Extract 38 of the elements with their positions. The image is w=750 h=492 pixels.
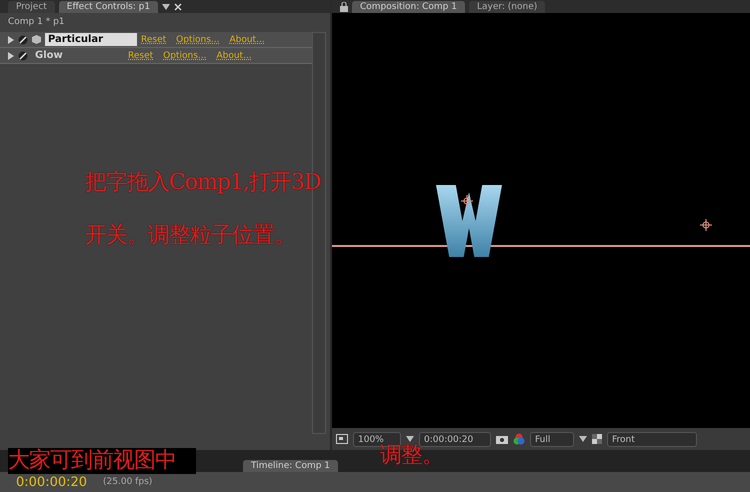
caret-icon[interactable]	[406, 436, 414, 442]
panel-tab[interactable]: Layer: (none)	[468, 0, 546, 12]
effect-name[interactable]: Glow	[32, 49, 124, 62]
annotation-text: 把字拖入Comp1,打开3D	[85, 170, 321, 196]
effect-row[interactable]: Glow Reset Options... About...	[0, 48, 312, 64]
panel-tab[interactable]: Project	[8, 0, 55, 12]
timeline-tab[interactable]: Timeline: Comp 1	[243, 460, 338, 472]
crosshair-icon	[461, 195, 473, 207]
fx-icon[interactable]	[18, 50, 28, 60]
panel-subtitle: Comp 1 * p1	[7, 16, 66, 29]
effect-link[interactable]: Options...	[176, 34, 220, 44]
lock-icon[interactable]	[340, 2, 348, 12]
effect-link[interactable]: About...	[216, 50, 252, 60]
timecode-field[interactable]: 0:00:00:20	[419, 432, 491, 446]
frame-rate: (25.00 fps)	[103, 477, 152, 487]
crosshair-icon	[700, 219, 712, 231]
cube-icon	[32, 35, 41, 44]
rgb-channels-icon[interactable]	[513, 433, 525, 445]
resolution-dropdown[interactable]: Full	[530, 432, 574, 446]
caret-icon[interactable]	[162, 4, 170, 10]
effect-link[interactable]: Reset	[141, 34, 166, 44]
effect-link[interactable]: Reset	[128, 50, 154, 60]
effect-link[interactable]: About...	[229, 34, 265, 44]
annotation-text: 大家可到前视图中	[8, 448, 196, 474]
panel-tab[interactable]: Composition: Comp 1	[352, 0, 465, 12]
annotation-text: 开关。调整粒子位置。	[85, 223, 295, 249]
close-icon[interactable]	[174, 2, 182, 10]
current-time[interactable]: 0:00:00:20	[16, 474, 88, 490]
effect-name[interactable]: Particular	[45, 33, 137, 46]
panel-tab[interactable]: Effect Controls: p1	[58, 0, 158, 12]
effect-row[interactable]: Particular Reset Options... About...	[0, 32, 312, 48]
caret-icon[interactable]	[579, 436, 587, 442]
view-dropdown[interactable]: Front	[607, 432, 697, 446]
effect-link[interactable]: Options...	[163, 50, 206, 60]
checkerboard-icon[interactable]	[592, 434, 602, 444]
monitor-icon[interactable]	[336, 434, 348, 444]
camera-icon[interactable]	[496, 434, 508, 444]
fx-icon[interactable]	[18, 34, 28, 44]
